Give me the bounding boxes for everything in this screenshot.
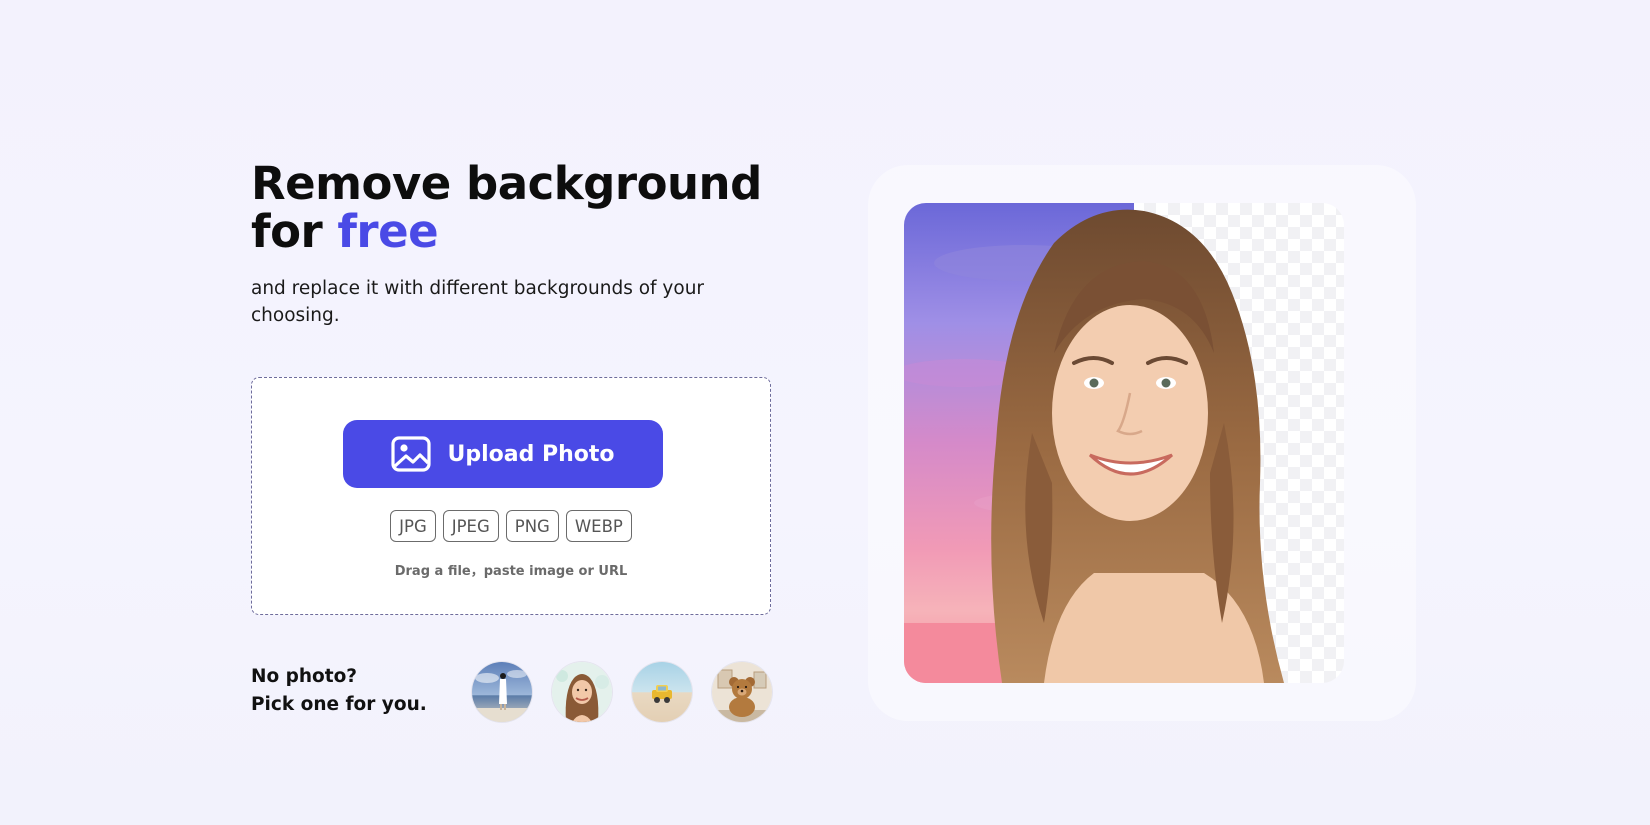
no-photo-line2: Pick one for you.	[251, 694, 427, 715]
format-badge-webp: WEBP	[565, 510, 632, 542]
upload-photo-button[interactable]: Upload Photo	[343, 420, 663, 488]
title-accent: free	[337, 205, 439, 258]
drag-hint: Drag a file，paste image or URL	[394, 564, 628, 579]
title-line1: Remove background	[251, 157, 762, 210]
hero-section: Remove background for free and replace i…	[251, 160, 773, 722]
format-badge-png: PNG	[505, 510, 559, 542]
sample-teddy-bear[interactable]	[712, 662, 772, 722]
no-photo-prompt: No photo? Pick one for you.	[251, 663, 427, 719]
format-badge-jpg: JPG	[390, 510, 436, 542]
sample-images	[472, 662, 772, 722]
supported-formats: JPG JPEG PNG WEBP	[252, 510, 770, 542]
sample-toy-car[interactable]	[632, 662, 692, 722]
no-photo-line1: No photo?	[251, 666, 358, 687]
upload-dropzone[interactable]: Upload Photo JPG JPEG PNG WEBP Drag a fi…	[251, 377, 771, 615]
upload-photo-label: Upload Photo	[447, 441, 615, 467]
sample-portrait[interactable]	[552, 662, 612, 722]
title-for: for	[251, 205, 338, 258]
page-subtitle: and replace it with different background…	[251, 278, 705, 326]
page-title: Remove background for free	[251, 160, 773, 256]
image-icon	[391, 436, 432, 472]
format-badge-jpeg: JPEG	[442, 510, 499, 542]
before-after-preview	[904, 203, 1344, 683]
sample-woman-beach[interactable]	[472, 662, 532, 722]
